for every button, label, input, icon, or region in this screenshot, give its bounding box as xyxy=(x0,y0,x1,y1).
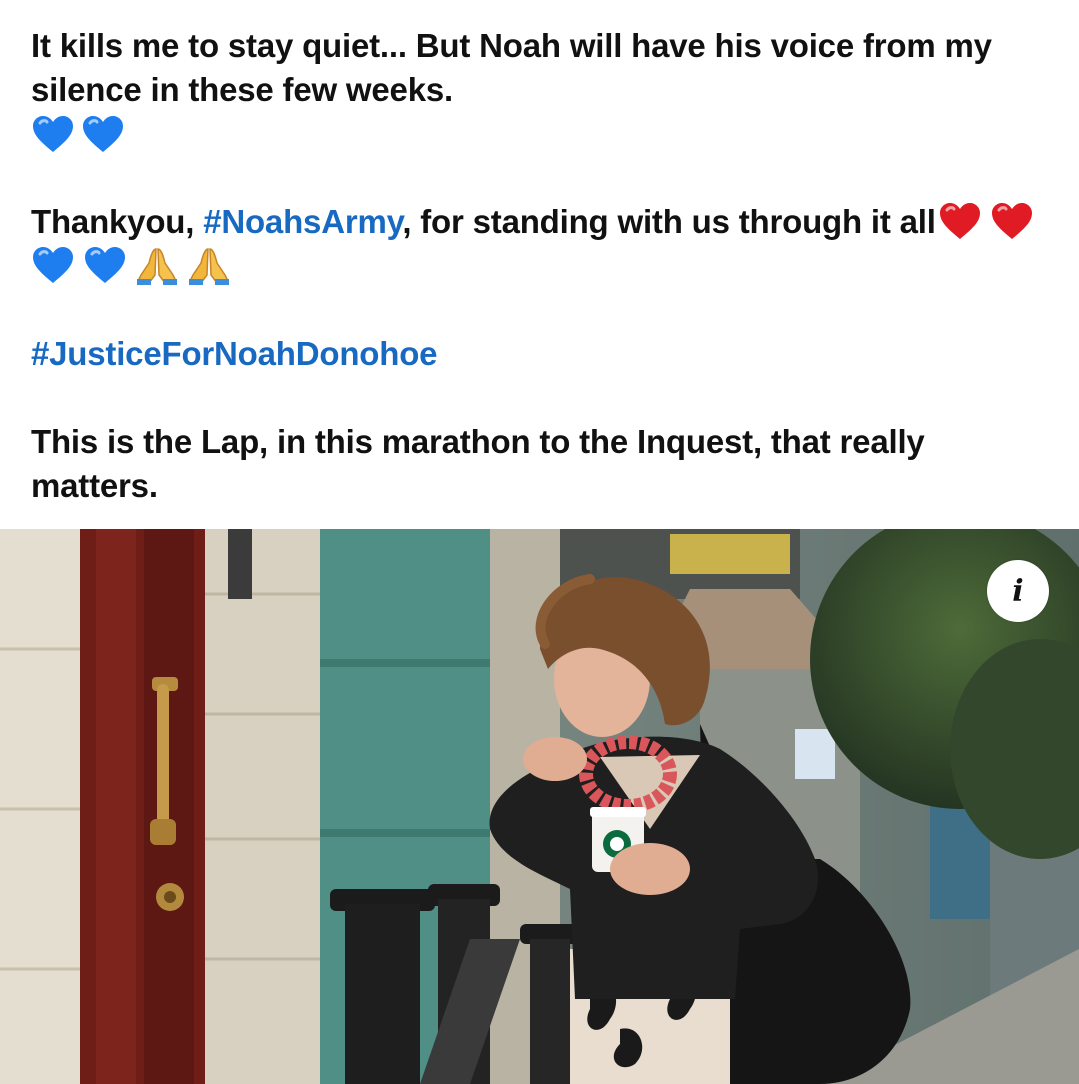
hashtag-noahsarmy-link[interactable]: #NoahsArmy xyxy=(203,203,402,240)
post-thanks: Thankyou, #NoahsArmy, for standing with … xyxy=(31,200,1051,288)
red-heart-icon xyxy=(939,203,980,239)
post-line-1: It kills me to stay quiet... But Noah wi… xyxy=(31,27,992,108)
street-scene-image xyxy=(0,529,1079,1084)
thanks-suffix: , for standing with us through it all xyxy=(402,203,936,240)
post-hashtag-line: #JusticeForNoahDonohoe xyxy=(31,332,1051,376)
blue-heart-icon xyxy=(85,247,125,283)
red-heart-icon xyxy=(991,203,1032,239)
blue-heart-icon xyxy=(33,247,73,283)
info-icon[interactable]: i xyxy=(987,560,1049,622)
thanks-prefix: Thankyou, xyxy=(31,203,204,240)
post-text: It kills me to stay quiet... But Noah wi… xyxy=(31,24,1051,508)
folded-hands-icon xyxy=(188,248,230,285)
blue-heart-icon xyxy=(83,116,123,152)
emoji-row-1 xyxy=(31,112,1051,156)
hashtag-justicefornoahdonohoe-link[interactable]: #JusticeForNoahDonohoe xyxy=(31,335,438,372)
post-photo[interactable] xyxy=(0,529,1079,1084)
folded-hands-icon xyxy=(136,248,178,285)
post-closing: This is the Lap, in this marathon to the… xyxy=(31,423,925,504)
blue-heart-icon xyxy=(33,116,73,152)
